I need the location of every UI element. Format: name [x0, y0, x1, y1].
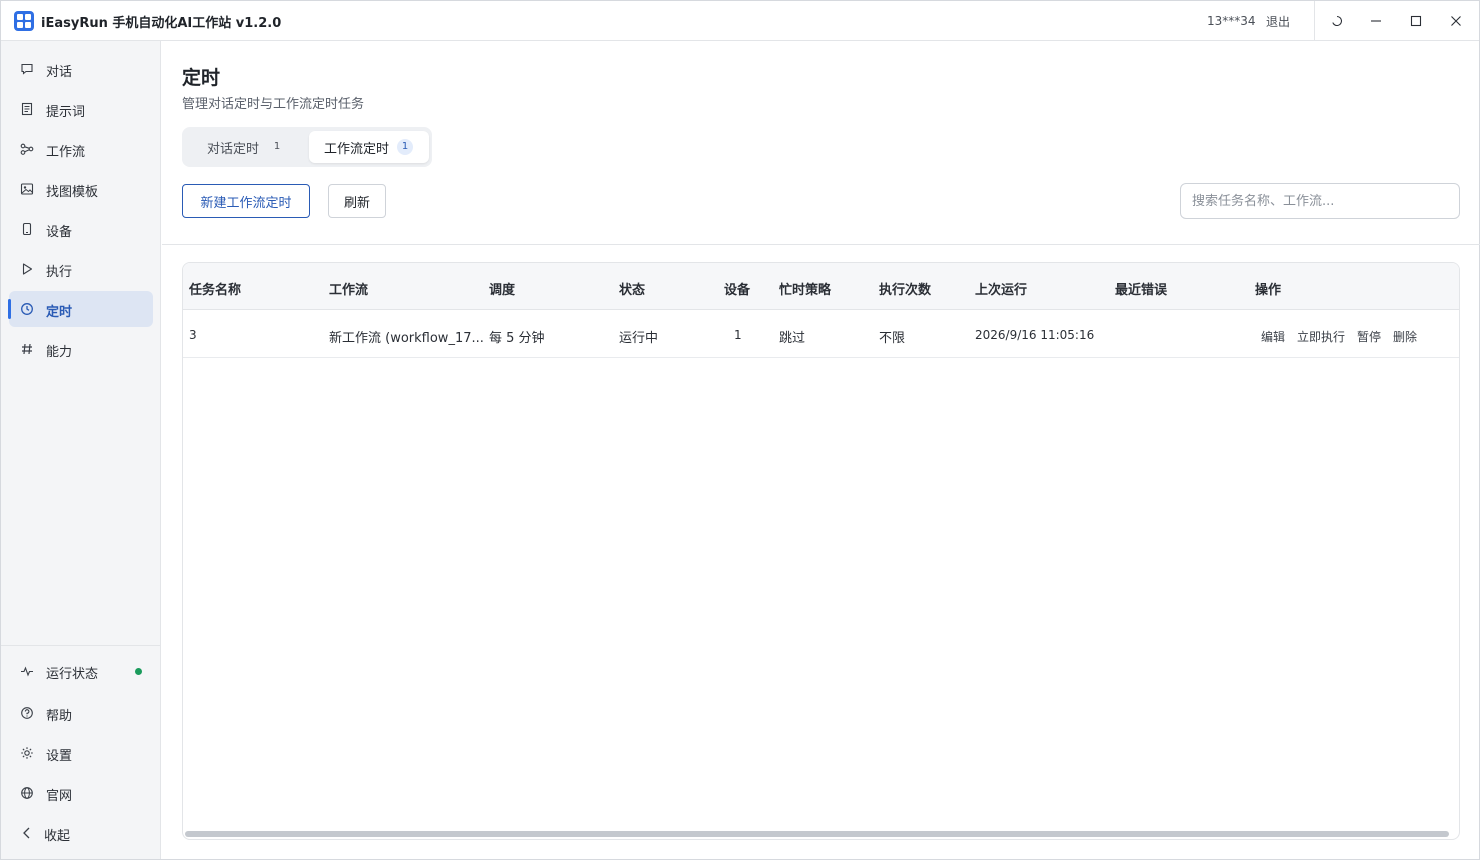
cell-device: 1	[734, 328, 742, 342]
column-header[interactable]: 执行次数	[879, 279, 931, 298]
sidebar-item-label: 工作流	[46, 145, 86, 160]
hash-icon	[20, 342, 34, 356]
refresh-button[interactable]: 刷新	[328, 184, 386, 218]
cell-task-name: 3	[189, 328, 197, 342]
sidebar-item-run-status[interactable]: 运行状态	[9, 653, 153, 689]
cell-run-count: 不限	[879, 331, 906, 346]
image-icon	[20, 182, 34, 196]
column-header[interactable]: 上次运行	[975, 279, 1027, 298]
horizontal-scrollbar[interactable]	[185, 831, 1449, 837]
cell-busy-policy: 跳过	[779, 331, 806, 346]
logout-button[interactable]: 退出	[1266, 13, 1290, 30]
pause-button[interactable]: 暂停	[1357, 328, 1381, 345]
sidebar-item-label: 设置	[46, 749, 73, 764]
sidebar-item-website[interactable]: 官网	[9, 775, 153, 811]
column-header[interactable]: 调度	[489, 279, 515, 298]
globe-icon	[20, 786, 34, 800]
title-bar: iEasyRun 手机自动化AI工作站 v1.2.0 13***34 退出	[1, 1, 1479, 41]
clock-icon	[20, 302, 34, 316]
sidebar-item-image-templates[interactable]: 找图模板	[9, 171, 153, 207]
page-title: 定时	[182, 67, 221, 89]
tab-workflow-schedule[interactable]: 工作流定时 1	[309, 131, 429, 163]
user-account[interactable]: 13***34	[1207, 14, 1256, 28]
gear-icon	[20, 746, 34, 760]
minimize-icon[interactable]	[1364, 9, 1388, 33]
sidebar-item-label: 运行状态	[46, 667, 99, 682]
cell-last-run: 2026/9/16 11:05:16	[975, 328, 1095, 342]
delete-button[interactable]: 删除	[1393, 328, 1417, 345]
sidebar-item-chat[interactable]: 对话	[9, 51, 153, 87]
sidebar-item-label: 定时	[46, 305, 73, 320]
sidebar-item-label: 帮助	[46, 709, 73, 724]
sidebar-item-label: 设备	[46, 225, 73, 240]
table-row[interactable]: 3 新工作流 (workflow_17... 每 5 分钟 运行中 1 跳过 不…	[183, 310, 1459, 358]
cell-status: 运行中	[619, 331, 659, 346]
sidebar-collapse-button[interactable]: 收起	[9, 815, 153, 851]
column-header[interactable]: 设备	[724, 279, 750, 298]
sidebar: 对话 提示词 工作流 找图模板 设备 执行 定时 能力 运行状态 帮助 设置 官…	[1, 41, 161, 859]
phone-icon	[20, 222, 34, 236]
app-title: iEasyRun 手机自动化AI工作站 v1.2.0	[41, 16, 282, 31]
column-header[interactable]: 状态	[619, 279, 645, 298]
sidebar-item-schedule[interactable]: 定时	[8, 291, 153, 327]
schedule-tabs: 对话定时 1 工作流定时 1	[182, 127, 432, 167]
new-workflow-schedule-button[interactable]: 新建工作流定时	[182, 184, 310, 218]
activity-icon	[20, 664, 34, 678]
help-icon	[20, 706, 34, 720]
chat-icon	[20, 62, 34, 76]
search-input[interactable]	[1180, 183, 1460, 219]
sidebar-item-label: 官网	[46, 789, 73, 804]
sidebar-item-capabilities[interactable]: 能力	[9, 331, 153, 367]
tab-label: 工作流定时	[324, 141, 390, 157]
sidebar-item-label: 找图模板	[46, 185, 99, 200]
column-header[interactable]: 任务名称	[189, 279, 241, 298]
chevron-left-icon	[20, 826, 34, 840]
sidebar-item-label: 收起	[44, 829, 71, 844]
cell-schedule: 每 5 分钟	[489, 331, 545, 346]
document-icon	[20, 102, 34, 116]
workflow-icon	[20, 142, 34, 156]
tab-label: 对话定时	[207, 141, 260, 157]
cell-workflow: 新工作流 (workflow_17...	[329, 331, 484, 346]
status-indicator	[135, 668, 142, 675]
app-window: iEasyRun 手机自动化AI工作站 v1.2.0 13***34 退出 对话…	[0, 0, 1480, 860]
schedule-table: 任务名称 工作流 调度 状态 设备 忙时策略 执行次数 上次运行 最近错误 操作…	[182, 262, 1460, 840]
app-logo-icon	[14, 11, 34, 31]
sidebar-item-label: 能力	[46, 345, 73, 360]
sidebar-item-label: 执行	[46, 265, 73, 280]
titlebar-divider	[1314, 1, 1315, 41]
tab-count-badge: 1	[397, 139, 414, 155]
sidebar-divider	[1, 645, 160, 646]
run-now-button[interactable]: 立即执行	[1297, 328, 1345, 345]
column-header[interactable]: 忙时策略	[779, 279, 831, 298]
column-header[interactable]: 操作	[1255, 279, 1281, 298]
column-header[interactable]: 最近错误	[1115, 279, 1167, 298]
sidebar-item-workflow[interactable]: 工作流	[9, 131, 153, 167]
page-subtitle: 管理对话定时与工作流定时任务	[182, 97, 365, 112]
tab-count-badge: 1	[273, 141, 281, 152]
tab-chat-schedule[interactable]: 对话定时 1	[186, 131, 306, 163]
sidebar-item-help[interactable]: 帮助	[9, 695, 153, 731]
close-icon[interactable]	[1444, 9, 1468, 33]
refresh-icon[interactable]	[1325, 9, 1349, 33]
edit-button[interactable]: 编辑	[1261, 328, 1285, 345]
sidebar-item-devices[interactable]: 设备	[9, 211, 153, 247]
play-icon	[20, 262, 34, 276]
table-header: 任务名称 工作流 调度 状态 设备 忙时策略 执行次数 上次运行 最近错误 操作	[183, 263, 1459, 310]
main-content: 定时 管理对话定时与工作流定时任务 对话定时 1 工作流定时 1 新建工作流定时…	[162, 42, 1480, 860]
sidebar-item-execute[interactable]: 执行	[9, 251, 153, 287]
sidebar-item-prompts[interactable]: 提示词	[9, 91, 153, 127]
sidebar-item-settings[interactable]: 设置	[9, 735, 153, 771]
sidebar-item-label: 提示词	[46, 105, 86, 120]
toolbar-divider	[162, 244, 1480, 245]
column-header[interactable]: 工作流	[329, 279, 368, 298]
maximize-icon[interactable]	[1404, 9, 1428, 33]
sidebar-item-label: 对话	[46, 65, 73, 80]
